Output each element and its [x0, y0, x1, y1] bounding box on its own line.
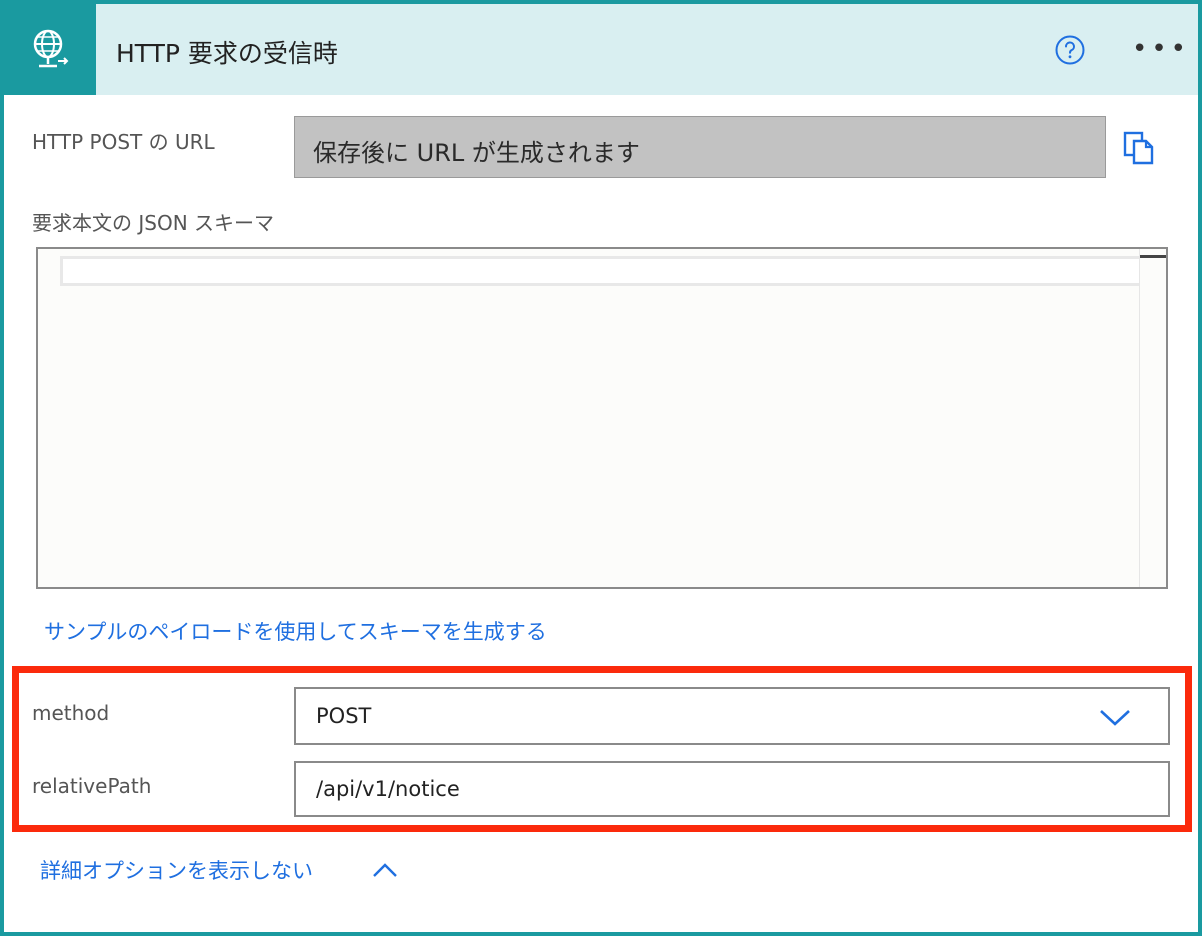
more-dots-icon[interactable]: ••• [1132, 35, 1186, 63]
chevron-up-icon[interactable] [372, 861, 398, 879]
schema-scrollbar[interactable] [1139, 249, 1166, 587]
relative-path-label: relativePath [32, 774, 152, 798]
url-label: HTTP POST の URL [32, 130, 215, 154]
card-header[interactable]: HTTP 要求の受信時 ••• [4, 4, 1198, 95]
trigger-card: HTTP 要求の受信時 ••• HTTP POST の URL 保存後に URL… [0, 0, 1202, 936]
http-post-url-field: 保存後に URL が生成されます [294, 116, 1106, 178]
method-label: method [32, 701, 110, 725]
relative-path-input[interactable]: /api/v1/notice [294, 761, 1170, 817]
card-title: HTTP 要求の受信時 [116, 39, 338, 68]
relative-path-value: /api/v1/notice [316, 777, 460, 801]
method-value: POST [316, 704, 372, 728]
schema-label: 要求本文の JSON スキーマ [32, 211, 275, 235]
method-dropdown[interactable]: POST [294, 687, 1170, 745]
scrollbar-thumb[interactable] [1140, 255, 1166, 258]
hide-advanced-options-link[interactable]: 詳細オプションを表示しない [40, 855, 313, 885]
json-schema-editor[interactable] [36, 247, 1168, 589]
generate-schema-link[interactable]: サンプルのペイロードを使用してスキーマを生成する [44, 616, 547, 646]
copy-icon[interactable] [1122, 130, 1156, 166]
help-circle-icon[interactable] [1054, 34, 1086, 66]
globe-network-icon [33, 29, 69, 67]
chevron-down-icon[interactable] [1098, 707, 1132, 727]
schema-editor-current-line[interactable] [60, 256, 1164, 286]
connector-icon-box [4, 4, 96, 95]
